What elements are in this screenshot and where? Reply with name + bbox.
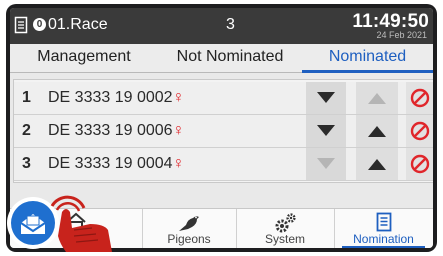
race-name: 01.Race: [48, 16, 108, 33]
tab-not-nominated[interactable]: Not Nominated: [160, 48, 300, 66]
prohibited-icon: [410, 154, 430, 174]
female-icon: ♀: [172, 155, 185, 172]
ring-text: DE 3333 19 0002: [48, 89, 173, 106]
nav-system[interactable]: System: [236, 209, 335, 248]
nominated-count: 3: [226, 16, 235, 33]
pigeon-icon: [179, 216, 199, 231]
arrow-down-icon: [317, 125, 335, 136]
race-badge: 0: [33, 18, 46, 31]
nav-label: System: [264, 232, 305, 246]
nav-pigeons[interactable]: Pigeons: [142, 209, 237, 248]
ring-text: DE 3333 19 0006: [48, 122, 173, 139]
row-number: 2: [22, 122, 31, 139]
arrow-down-icon: [317, 92, 335, 103]
list-row[interactable]: 1 DE 3333 19 0002♀: [14, 82, 433, 115]
remove-button[interactable]: [406, 148, 433, 180]
gears-icon: [275, 213, 296, 233]
tap-hint-overlay: [7, 195, 112, 252]
tab-bar: Management Not Nominated Nominated: [10, 44, 433, 73]
nav-label: Pigeons: [167, 232, 211, 246]
move-down-button[interactable]: [306, 148, 346, 180]
prohibited-icon: [410, 88, 430, 108]
list-row[interactable]: 2 DE 3333 19 0006♀: [14, 115, 433, 148]
clipboard-icon: [376, 212, 391, 232]
remove-button[interactable]: [406, 82, 433, 114]
active-nav-indicator: [342, 246, 425, 248]
nav-label: Nomination: [353, 232, 414, 246]
move-up-button[interactable]: [356, 115, 398, 147]
status-bar: 0 01.Race 3 11:49:50 24 Feb 2021: [10, 8, 433, 44]
tab-nominated[interactable]: Nominated: [302, 48, 433, 66]
remove-button[interactable]: [406, 115, 433, 147]
document-icon: [14, 16, 28, 34]
female-icon: ♀: [172, 89, 185, 106]
row-number: 1: [22, 89, 31, 106]
move-down-button[interactable]: [306, 115, 346, 147]
move-down-button[interactable]: [306, 82, 346, 114]
arrow-up-icon: [368, 159, 386, 170]
tab-management[interactable]: Management: [14, 48, 154, 66]
arrow-up-icon: [368, 126, 386, 137]
move-up-button[interactable]: [356, 148, 398, 180]
prohibited-icon: [410, 121, 430, 141]
move-up-button[interactable]: [356, 82, 398, 114]
ring-number: DE 3333 19 0006♀: [48, 122, 185, 140]
ring-number: DE 3333 19 0002♀: [48, 89, 185, 107]
arrow-down-icon: [317, 158, 335, 169]
clock-date: 24 Feb 2021: [376, 30, 427, 40]
arrow-up-icon: [368, 93, 386, 104]
tap-hand-icon: [50, 195, 112, 252]
female-icon: ♀: [172, 122, 185, 139]
active-tab-indicator: [302, 70, 433, 73]
nav-nomination[interactable]: Nomination: [334, 209, 433, 248]
